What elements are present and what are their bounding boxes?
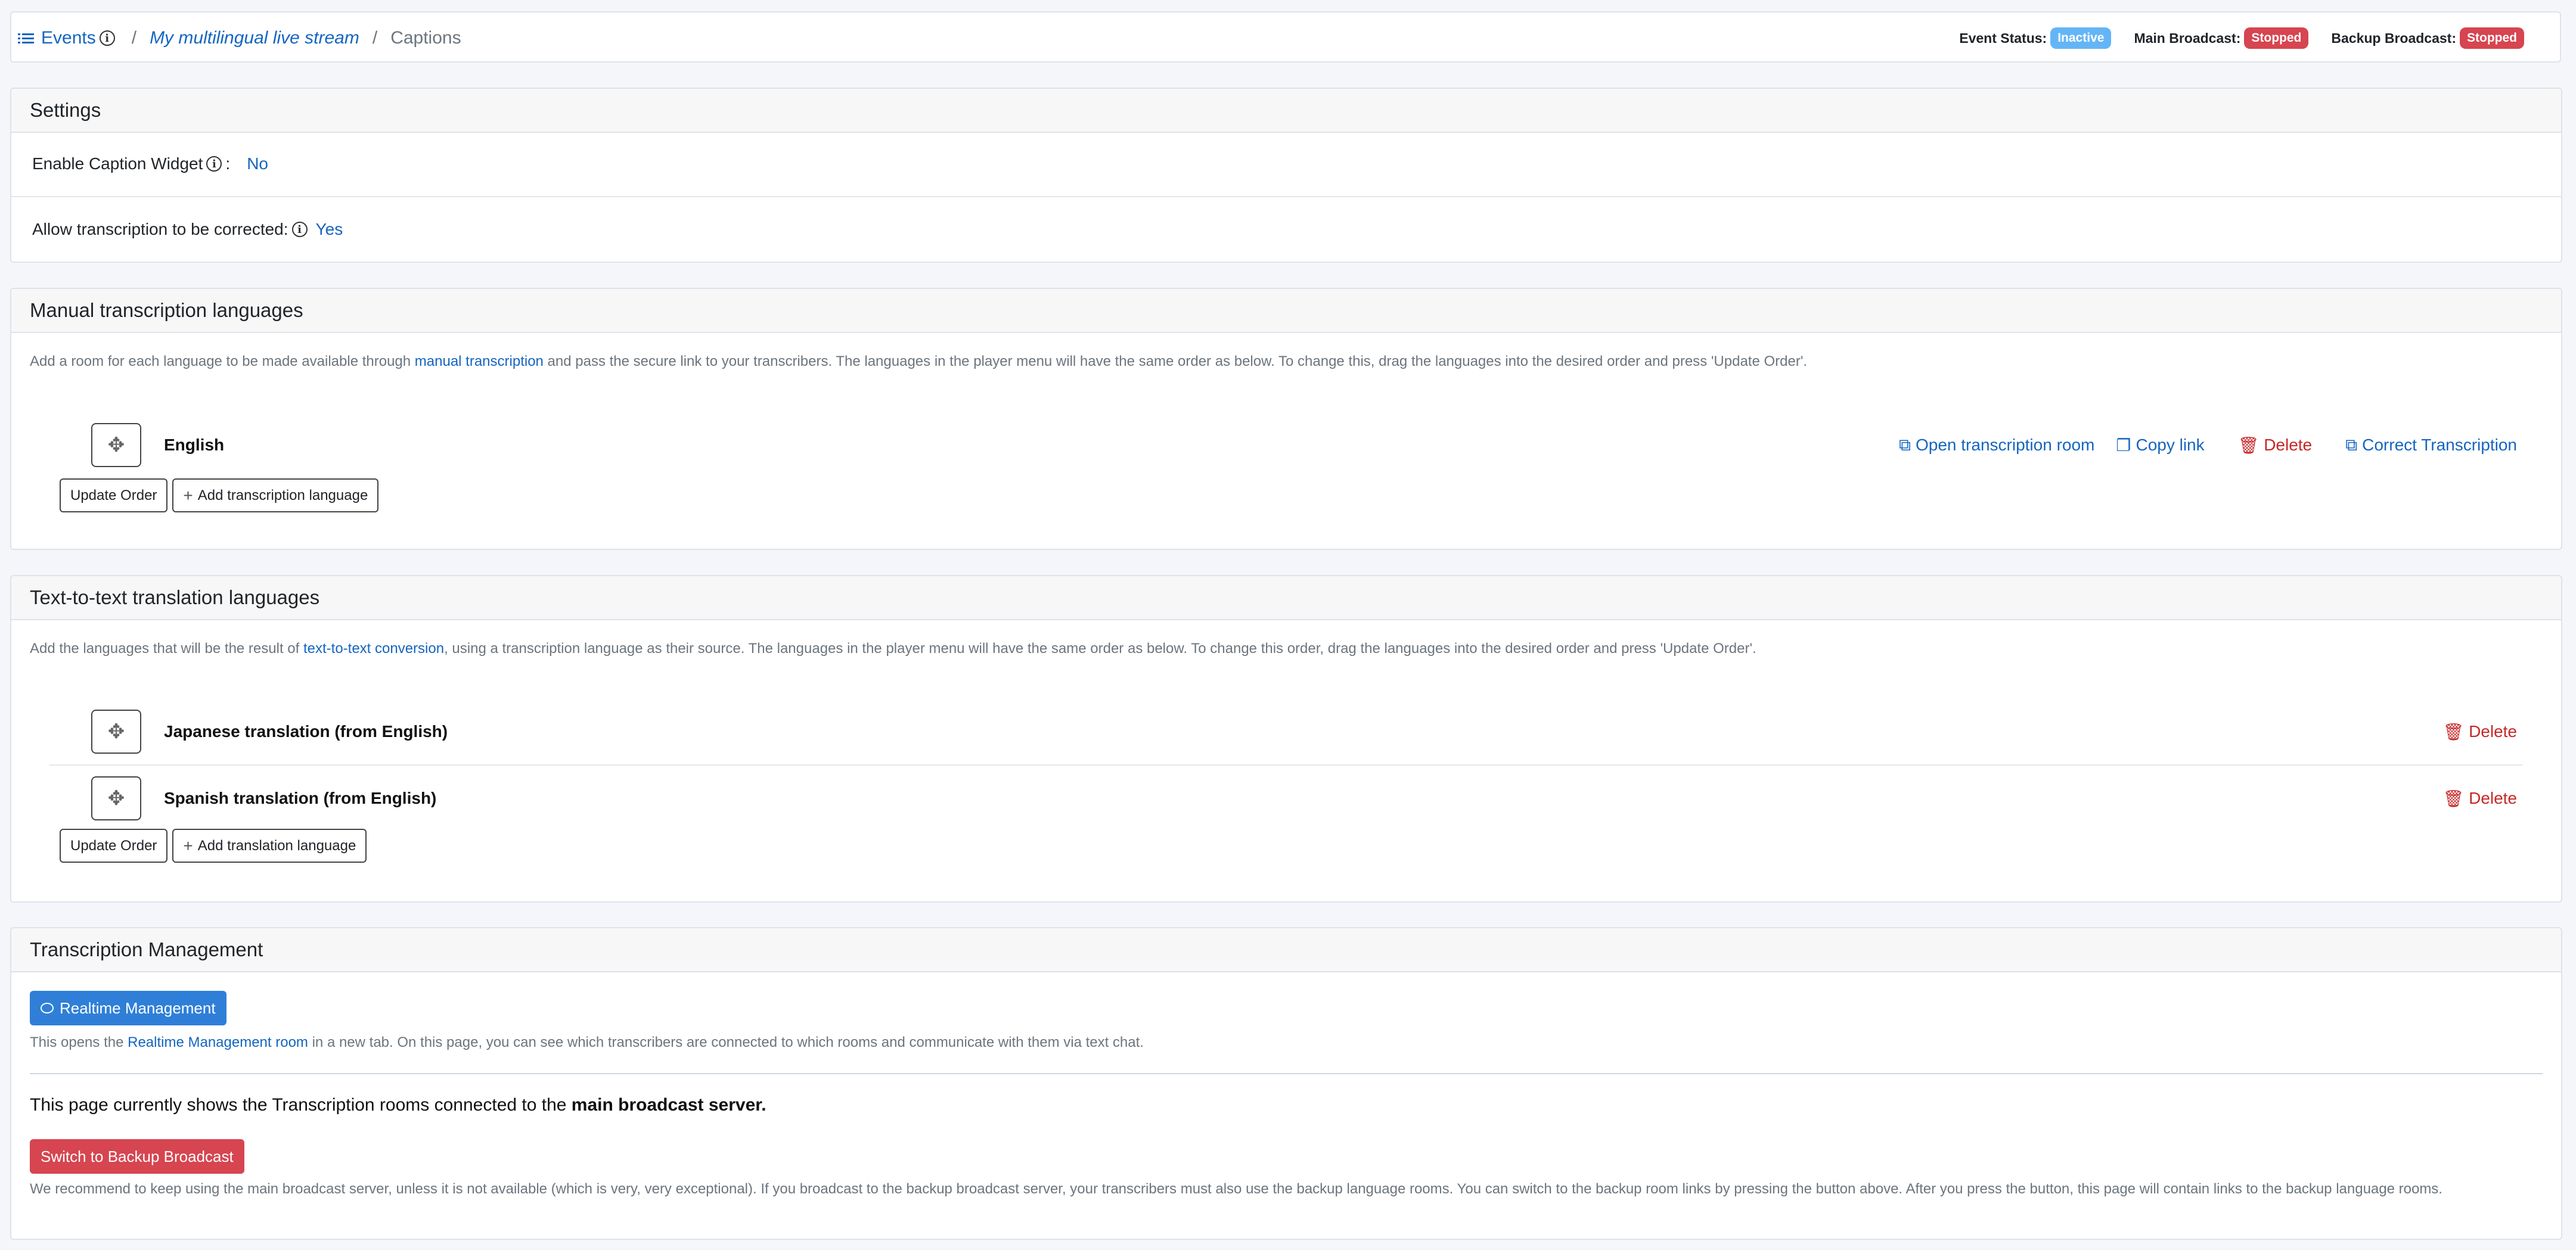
- info-icon[interactable]: i: [99, 30, 115, 46]
- settings-card: Settings Enable Caption Widget i : No Al…: [10, 88, 2562, 263]
- breadcrumb-separator: /: [131, 28, 137, 48]
- event-status-label: Event Status:: [1959, 30, 2047, 46]
- update-order-button[interactable]: Update Order: [60, 478, 168, 512]
- event-status-badge: Inactive: [2050, 27, 2112, 49]
- language-row-spanish: ✥ Spanish translation (from English) 🗑 D…: [49, 766, 2523, 831]
- manual-transcription-title: Manual transcription languages: [11, 289, 2561, 333]
- delete-label: Delete: [2469, 722, 2517, 741]
- trash-icon: 🗑: [2442, 722, 2465, 741]
- transcription-management-title: Transcription Management: [11, 928, 2561, 972]
- transcription-management-card: Transcription Management Realtime Manage…: [10, 927, 2562, 1240]
- realtime-management-room-link[interactable]: Realtime Management room: [128, 1034, 308, 1050]
- switch-to-backup-button[interactable]: Switch to Backup Broadcast: [30, 1139, 244, 1174]
- info-icon[interactable]: i: [291, 222, 308, 237]
- trash-icon: 🗑: [2442, 789, 2465, 808]
- list-icon: [18, 33, 34, 43]
- desc-text: Add the languages that will be the resul…: [30, 640, 303, 657]
- language-row-japanese: ✥ Japanese translation (from English) 🗑 …: [49, 699, 2523, 766]
- update-order-button[interactable]: Update Order: [60, 829, 168, 863]
- copy-link-label: Copy link: [2136, 436, 2205, 454]
- translation-title: Text-to-text translation languages: [11, 576, 2561, 620]
- main-broadcast-label: Main Broadcast:: [2134, 30, 2241, 46]
- realtime-management-button[interactable]: Realtime Management: [30, 991, 226, 1025]
- correct-transcription-link[interactable]: ⧉ Correct Transcription: [2345, 436, 2517, 455]
- manual-transcription-card: Manual transcription languages Add a roo…: [10, 288, 2562, 550]
- backup-broadcast-label: Backup Broadcast:: [2331, 30, 2456, 46]
- external-link-icon: ⧉: [2345, 435, 2358, 454]
- language-name: Spanish translation (from English): [164, 789, 437, 807]
- desc-text: Add a room for each language to be made …: [30, 353, 415, 369]
- breadcrumb-events-link[interactable]: Events: [41, 28, 96, 48]
- caption-widget-label: Enable Caption Widget: [32, 154, 203, 173]
- drag-handle-icon[interactable]: ✥: [91, 423, 141, 467]
- current-server-text: This page currently shows the Transcript…: [30, 1095, 766, 1115]
- delete-language-button[interactable]: 🗑 Delete: [2443, 722, 2517, 742]
- desc-text: in a new tab. On this page, you can see …: [308, 1034, 1144, 1050]
- copy-icon: ❐: [2116, 436, 2131, 455]
- breadcrumb-stream-link[interactable]: My multilingual live stream: [150, 28, 359, 48]
- realtime-management-description: This opens the Realtime Management room …: [30, 1034, 1144, 1051]
- event-status: Event Status: Inactive: [1959, 27, 2112, 49]
- add-language-label: Add translation language: [197, 837, 356, 854]
- chat-icon: [41, 1003, 54, 1013]
- caption-widget-value[interactable]: No: [247, 154, 268, 173]
- backup-broadcast-status: Backup Broadcast: Stopped: [2331, 27, 2524, 49]
- add-language-label: Add transcription language: [197, 487, 368, 503]
- manual-transcription-description: Add a room for each language to be made …: [30, 353, 1807, 370]
- colon: :: [225, 154, 231, 173]
- delete-language-button[interactable]: 🗑 Delete: [2443, 789, 2517, 809]
- broadcast-statuses: Event Status: Inactive Main Broadcast: S…: [1936, 13, 2524, 64]
- correction-setting: Allow transcription to be corrected: i Y…: [11, 197, 2561, 262]
- language-row-english: ✥ English ⧉ Open transcription room ❐ Co…: [49, 412, 2523, 478]
- language-actions: ⧉ Open transcription room ❐ Copy link 🗑 …: [1874, 436, 2517, 455]
- desc-text: , using a transcription language as thei…: [444, 640, 1756, 657]
- top-bar: Events i / My multilingual live stream /…: [10, 11, 2561, 63]
- delete-language-button[interactable]: 🗑 Delete: [2238, 436, 2312, 455]
- language-actions: 🗑 Delete: [2418, 789, 2517, 809]
- open-room-label: Open transcription room: [1916, 436, 2095, 454]
- open-transcription-room-link[interactable]: ⧉ Open transcription room: [1899, 436, 2094, 455]
- add-translation-language-button[interactable]: + Add translation language: [172, 829, 367, 863]
- language-actions: 🗑 Delete: [2418, 722, 2517, 742]
- breadcrumb: Events i / My multilingual live stream /…: [18, 13, 461, 64]
- settings-title: Settings: [11, 89, 2561, 133]
- main-broadcast-badge: Stopped: [2244, 27, 2309, 49]
- translation-buttons: Update Order + Add translation language: [60, 829, 367, 863]
- translation-description: Add the languages that will be the resul…: [30, 640, 1756, 657]
- manual-transcription-link[interactable]: manual transcription: [415, 353, 544, 369]
- breadcrumb-separator: /: [372, 28, 378, 48]
- copy-link-button[interactable]: ❐ Copy link: [2116, 436, 2204, 455]
- delete-label: Delete: [2469, 789, 2517, 807]
- info-icon[interactable]: i: [206, 156, 222, 172]
- language-name: Japanese translation (from English): [164, 722, 448, 741]
- correction-value[interactable]: Yes: [316, 220, 343, 239]
- drag-handle-icon[interactable]: ✥: [91, 776, 141, 820]
- delete-label: Delete: [2264, 436, 2313, 454]
- plus-icon: +: [183, 836, 193, 855]
- plus-icon: +: [183, 486, 193, 505]
- captions-page: Events i / My multilingual live stream /…: [0, 0, 2576, 1250]
- language-name: English: [164, 436, 225, 454]
- server-text: This page currently shows the Transcript…: [30, 1095, 572, 1115]
- switch-backup-description: We recommend to keep using the main broa…: [30, 1181, 2442, 1197]
- external-link-icon: ⧉: [1899, 435, 1911, 454]
- translation-card: Text-to-text translation languages Add t…: [10, 575, 2562, 903]
- text-to-text-conversion-link[interactable]: text-to-text conversion: [303, 640, 444, 657]
- correct-transcription-label: Correct Transcription: [2362, 436, 2517, 454]
- desc-text: This opens the: [30, 1034, 128, 1050]
- main-broadcast-status: Main Broadcast: Stopped: [2134, 27, 2309, 49]
- breadcrumb-current: Captions: [390, 28, 461, 48]
- add-transcription-language-button[interactable]: + Add transcription language: [172, 478, 379, 512]
- correction-label: Allow transcription to be corrected:: [32, 220, 288, 238]
- trash-icon: 🗑: [2237, 436, 2260, 455]
- server-name: main broadcast server.: [571, 1095, 766, 1115]
- manual-transcription-buttons: Update Order + Add transcription languag…: [60, 478, 379, 512]
- realtime-management-label: Realtime Management: [60, 999, 216, 1017]
- divider: [30, 1073, 2543, 1074]
- backup-broadcast-badge: Stopped: [2460, 27, 2524, 49]
- desc-text: and pass the secure link to your transcr…: [543, 353, 1808, 369]
- caption-widget-setting: Enable Caption Widget i : No: [11, 132, 2561, 196]
- drag-handle-icon[interactable]: ✥: [91, 710, 141, 754]
